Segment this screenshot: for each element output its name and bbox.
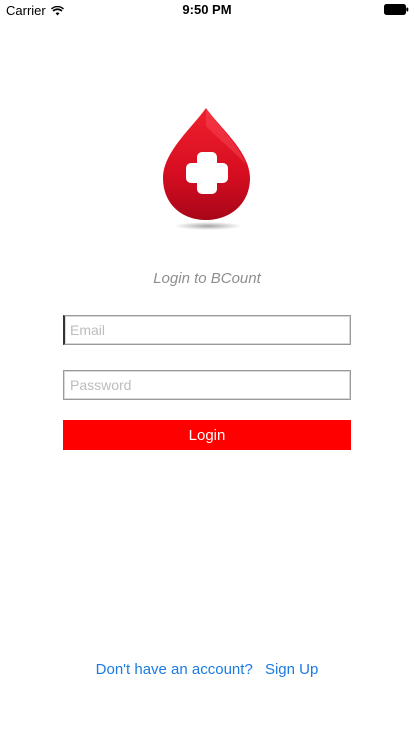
status-time: 9:50 PM bbox=[182, 2, 232, 17]
battery-icon bbox=[384, 4, 409, 15]
email-field[interactable] bbox=[63, 315, 351, 345]
signup-prompt[interactable]: Don't have an account? bbox=[96, 661, 253, 678]
password-field[interactable] bbox=[63, 370, 351, 400]
blood-drop-plus-icon bbox=[163, 108, 250, 230]
signup-row: Don't have an account? Sign Up bbox=[0, 661, 414, 678]
signup-link[interactable]: Sign Up bbox=[265, 661, 318, 678]
status-bar: Carrier 9:50 PM bbox=[0, 0, 414, 20]
login-screen: Carrier 9:50 PM Login to BCount Email Lo… bbox=[0, 0, 414, 736]
login-button[interactable]: Login bbox=[63, 420, 351, 450]
login-subtitle: Login to BCount bbox=[153, 270, 261, 287]
